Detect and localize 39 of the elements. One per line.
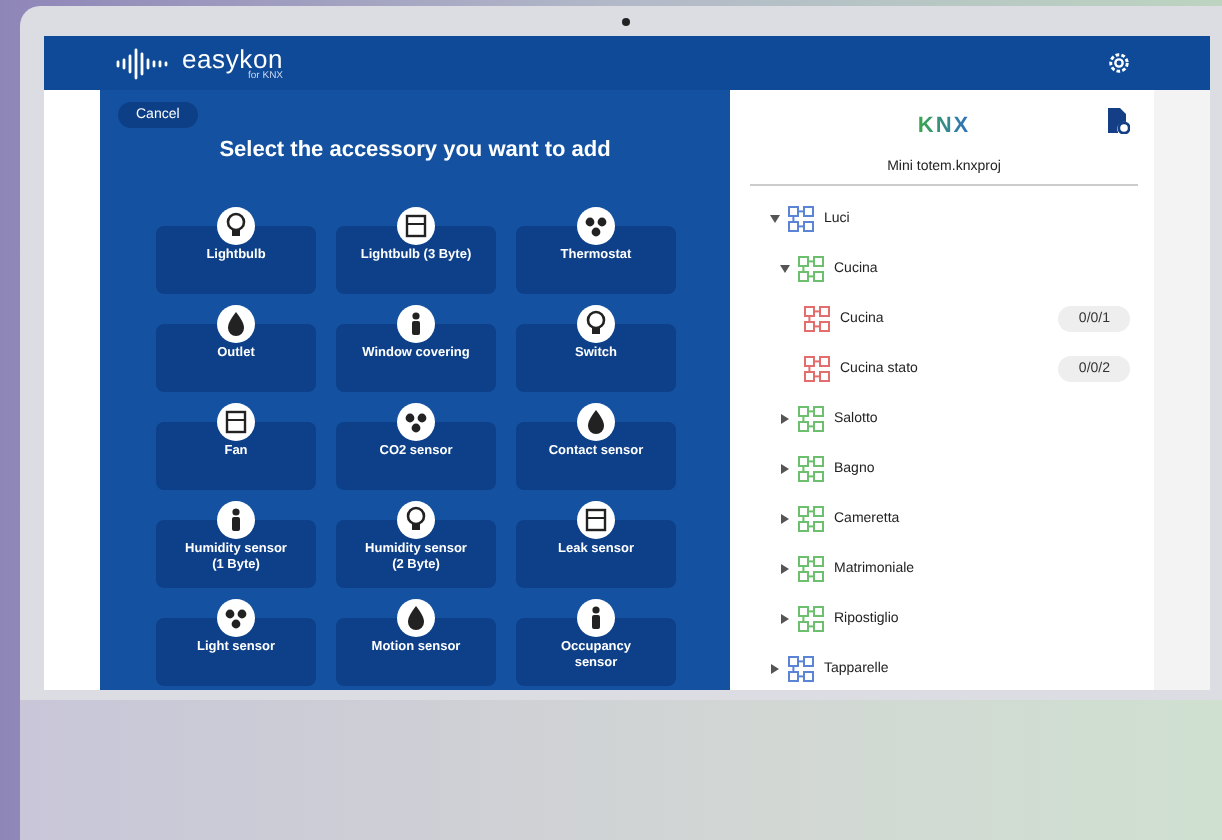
toggle-icon[interactable]: [780, 564, 790, 574]
accessory-icon: [396, 206, 436, 246]
accessory-icon: [576, 304, 616, 344]
file-settings-icon[interactable]: [1108, 108, 1130, 134]
toggle-icon[interactable]: [770, 214, 780, 224]
group-icon: [788, 206, 814, 232]
group-icon: [798, 256, 824, 282]
group-icon: [798, 406, 824, 432]
toggle-icon[interactable]: [780, 614, 790, 624]
logo-text: easykon: [182, 45, 284, 71]
panel-title: Select the accessory you want to add: [217, 138, 613, 162]
accessory-icon: [216, 500, 256, 540]
accessory-icon: [216, 206, 256, 246]
accessory-icon: [396, 598, 436, 638]
toggle-icon[interactable]: [780, 514, 790, 524]
group-icon: [798, 456, 824, 482]
accessory-icon: [216, 402, 256, 442]
accessory-icon: [216, 304, 256, 344]
group-icon: [798, 506, 824, 532]
toggle-icon[interactable]: [770, 664, 780, 674]
group-icon: [798, 606, 824, 632]
toggle-icon[interactable]: [780, 414, 790, 424]
group-icon: [788, 656, 814, 682]
accessory-icon: [396, 402, 436, 442]
accessory-icon: [396, 304, 436, 344]
toggle-icon[interactable]: [780, 264, 790, 274]
accessory-icon: [576, 206, 616, 246]
accessory-icon: [396, 500, 436, 540]
settings-icon[interactable]: [1108, 52, 1130, 74]
group-icon: [804, 306, 830, 332]
group-icon: [804, 356, 830, 382]
accessory-icon: [576, 402, 616, 442]
accessory-icon: [576, 598, 616, 638]
toggle-icon[interactable]: [780, 464, 790, 474]
accessory-icon: [216, 598, 256, 638]
accessory-icon: [576, 500, 616, 540]
group-icon: [798, 556, 824, 582]
camera-icon: [622, 18, 630, 26]
knx-logo: KNX: [917, 114, 971, 138]
